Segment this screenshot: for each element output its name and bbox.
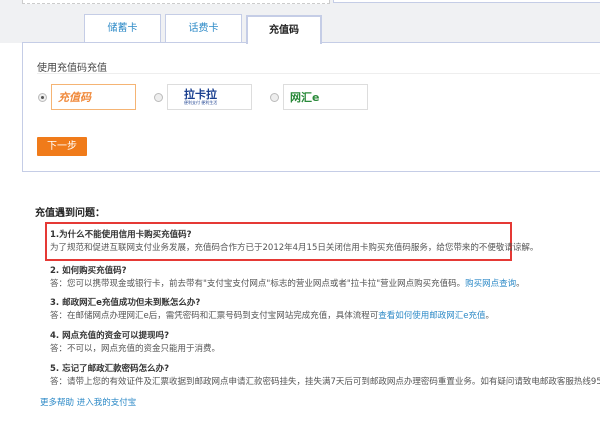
tab-recharge-code[interactable]: 充值码 [246,15,322,44]
faq-question: 3. 邮政网汇e充值成功但未到账怎么办? [50,298,201,308]
faq-answer: 为了规范和促进互联网支付业务发展，充值码合作方已于2012年4月15日关闭信用卡… [50,243,539,253]
tab-debit-card[interactable]: 储蓄卡 [84,14,161,43]
faq-answer: 答：不可以，网点充值的资金只能用于消费。 [50,344,221,354]
top-right-box [333,0,600,3]
faq-question: 2. 如何购买充值码? [50,266,127,276]
punct: 。 [516,279,525,289]
faq-answer: 答：请带上您的有效证件及汇票收据到邮政网点申请汇款密码挂失，挂失满7天后可到邮政… [50,377,600,387]
panel-label: 使用充值码充值 [37,63,107,74]
faq-item: 4. 网点充值的资金可以提现吗? 答：不可以，网点充值的资金只能用于消费。 [50,329,220,354]
faq-item: 1.为什么不能使用信用卡购买充值码? 为了规范和促进互联网支付业务发展，充值码合… [50,228,538,253]
radio-recharge-code[interactable] [38,93,47,102]
faq-question: 5. 忘记了邮政汇款密码怎么办? [50,364,170,374]
tab-phone-card[interactable]: 话费卡 [165,14,242,43]
wanghui-guide-link[interactable]: 查看如何使用邮政网汇e充值 [378,311,485,321]
faq-question: 1.为什么不能使用信用卡购买充值码? [50,230,192,240]
option-recharge-code[interactable]: 充值码 [51,84,136,110]
lakala-slogan: 便利支付 便利生活 [184,100,218,105]
radio-lakala[interactable] [154,93,163,102]
recharge-code-logo: 充值码 [58,91,91,104]
option-wanghui-e[interactable]: 网汇e [283,84,368,110]
top-dashed-box [22,0,330,4]
option-lakala[interactable]: 拉卡拉 便利支付 便利生活 [167,84,252,110]
punct: 。 [485,311,494,321]
faq-question: 4. 网点充值的资金可以提现吗? [50,331,170,341]
next-step-button[interactable]: 下一步 [37,137,87,156]
recharge-panel: 使用充值码充值 充值码 拉卡拉 便利支付 便利生活 网汇e 下一步 [22,42,600,172]
my-alipay-link[interactable]: 进入我的支付宝 [77,398,137,408]
wanghui-logo: 网汇e [290,91,320,104]
radio-wanghui[interactable] [270,93,279,102]
footer-links: 更多帮助 进入我的支付宝 [40,396,136,408]
faq-item: 5. 忘记了邮政汇款密码怎么办? 答：请带上您的有效证件及汇票收据到邮政网点申请… [50,362,600,387]
faq-item: 2. 如何购买充值码? 答：您可以携带现金或银行卡，前去带有"支付宝支付网点"标… [50,264,525,289]
outlet-search-link[interactable]: 购买网点查询 [465,279,516,289]
faq-item: 3. 邮政网汇e充值成功但未到账怎么办? 答：在邮储网点办理网汇e后，需凭密码和… [50,296,494,321]
divider [37,73,600,74]
lakala-logo: 拉卡拉 [184,88,217,101]
faq-heading: 充值遇到问题： [35,208,105,219]
faq-answer: 答：在邮储网点办理网汇e后，需凭密码和汇票号码到支付宝网站完成充值，具体流程可 [50,311,379,321]
faq-answer: 答：您可以携带现金或银行卡，前去带有"支付宝支付网点"标志的营业网点或者"拉卡拉… [50,279,466,289]
more-help-link[interactable]: 更多帮助 [40,398,74,408]
